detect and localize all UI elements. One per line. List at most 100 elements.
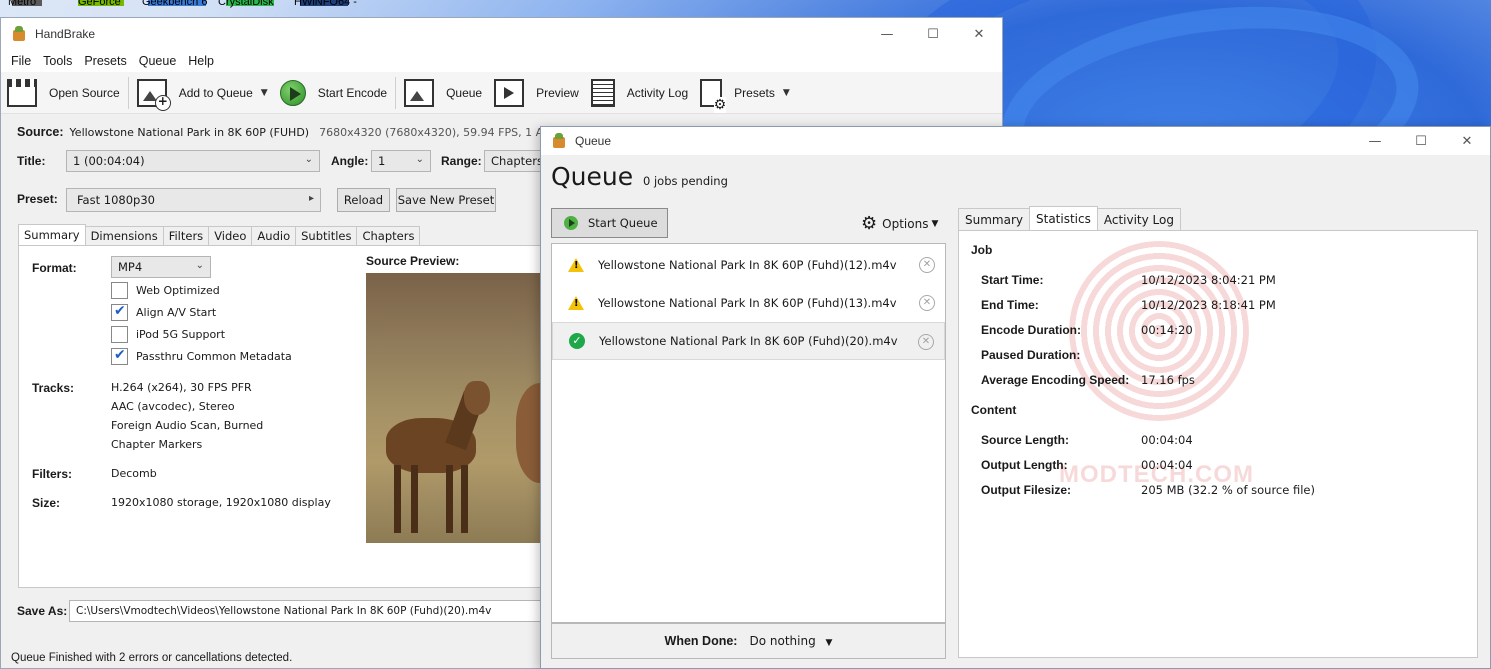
title-label: Title:	[17, 154, 46, 168]
encode-duration-value: 00:14:20	[1141, 323, 1193, 337]
chevron-down-icon[interactable]: ▼	[261, 88, 268, 98]
tab-summary[interactable]: Summary	[958, 208, 1030, 230]
remove-icon[interactable]: ✕	[919, 257, 935, 273]
activity-log-button[interactable]: Activity Log	[585, 75, 694, 111]
queue-button[interactable]: Queue	[398, 75, 488, 111]
format-select[interactable]: MP4 ⌄	[111, 256, 211, 278]
jobs-pending-text: 0 jobs pending	[643, 174, 728, 188]
menu-bar: File Tools Presets Queue Help	[1, 50, 1002, 72]
menu-file[interactable]: File	[5, 54, 37, 68]
tab-audio[interactable]: Audio	[251, 226, 297, 245]
queue-item[interactable]: ✓ Yellowstone National Park In 8K 60P (F…	[552, 322, 945, 360]
queue-item[interactable]: Yellowstone National Park In 8K 60P (Fuh…	[552, 284, 945, 322]
tab-activity-log[interactable]: Activity Log	[1096, 208, 1181, 230]
when-done-label: When Done:	[664, 634, 738, 648]
chevron-right-icon: ▸	[308, 193, 314, 204]
status-text: Queue Finished with 2 errors or cancella…	[11, 652, 293, 664]
queue-heading: Queue	[551, 162, 634, 191]
output-length-value: 00:04:04	[1141, 458, 1193, 472]
start-time-label: Start Time:	[981, 273, 1044, 287]
window-title: HandBrake	[35, 27, 96, 41]
angle-select[interactable]: 1 ⌄	[371, 150, 431, 172]
output-length-label: Output Length:	[981, 458, 1068, 472]
web-optimized-checkbox[interactable]	[111, 282, 128, 299]
toolbar: Open Source Add to Queue ▼ Start Encode …	[1, 72, 1002, 114]
menu-help[interactable]: Help	[182, 54, 220, 68]
menu-presets[interactable]: Presets	[78, 54, 132, 68]
avg-speed-value: 17.16 fps	[1141, 373, 1195, 387]
queue-detail-tabs: Summary Statistics Activity Log	[958, 206, 1181, 230]
tab-filters[interactable]: Filters	[162, 226, 210, 245]
warning-icon	[568, 296, 584, 310]
save-new-preset-button[interactable]: Save New Preset	[396, 188, 496, 212]
close-button[interactable]: ✕	[1444, 127, 1490, 155]
minimize-button[interactable]: —	[864, 18, 910, 50]
menu-queue[interactable]: Queue	[133, 54, 183, 68]
log-icon	[590, 78, 615, 107]
title-bar[interactable]: HandBrake — ☐ ✕	[1, 18, 1002, 50]
queue-title-bar[interactable]: Queue — ☐ ✕	[541, 127, 1490, 155]
tab-summary[interactable]: Summary	[18, 224, 86, 245]
source-label: Source:	[17, 125, 64, 139]
tab-video[interactable]: Video	[208, 226, 253, 245]
range-select[interactable]: Chapters	[484, 150, 544, 172]
chevron-down-icon: ⌄	[415, 154, 424, 165]
chevron-down-icon[interactable]: ▼	[783, 88, 790, 98]
start-encode-button[interactable]: Start Encode	[274, 75, 393, 111]
preview-elk-shape	[461, 465, 468, 533]
menu-tools[interactable]: Tools	[37, 54, 78, 68]
minimize-button[interactable]: —	[1352, 127, 1398, 155]
tab-subtitles[interactable]: Subtitles	[295, 226, 358, 245]
maximize-button[interactable]: ☐	[1398, 127, 1444, 155]
ipod-support-label: iPod 5G Support	[136, 328, 226, 341]
when-done-select[interactable]: Do nothing ▼	[749, 634, 832, 648]
desktop-icon-label[interactable]: GeForce	[78, 0, 121, 8]
end-time-label: End Time:	[981, 298, 1039, 312]
output-filesize-label: Output Filesize:	[981, 483, 1071, 497]
size-label: Size:	[32, 496, 61, 510]
angle-value: 1	[378, 154, 386, 168]
title-select[interactable]: 1 (00:04:04) ⌄	[66, 150, 320, 172]
queue-icon	[404, 78, 435, 107]
maximize-button[interactable]: ☐	[910, 18, 956, 50]
tab-chapters[interactable]: Chapters	[356, 226, 421, 245]
queue-item[interactable]: Yellowstone National Park In 8K 60P (Fuh…	[552, 246, 945, 284]
track-item: AAC (avcodec), Stereo	[111, 400, 235, 413]
tracks-label: Tracks:	[32, 381, 75, 395]
passthru-metadata-checkbox[interactable]	[111, 347, 128, 365]
desktop-icon-label[interactable]: HWiNFO64 -	[294, 0, 357, 8]
preview-button[interactable]: Preview	[488, 75, 585, 111]
gear-icon: ⚙	[861, 213, 878, 234]
queue-list: Yellowstone National Park In 8K 60P (Fuh…	[551, 243, 946, 623]
preset-select[interactable]: Fast 1080p30 ▸	[66, 188, 321, 212]
preview-elk-shape	[394, 465, 401, 533]
desktop-icon-label[interactable]: Metro	[8, 0, 36, 8]
track-item: Foreign Audio Scan, Burned	[111, 419, 264, 432]
format-label: Format:	[32, 261, 77, 275]
start-queue-button[interactable]: Start Queue	[551, 208, 668, 238]
start-encode-label: Start Encode	[317, 85, 388, 100]
toolbar-divider	[127, 76, 129, 109]
play-icon	[279, 79, 306, 106]
presets-button[interactable]: Presets ▼	[694, 75, 796, 113]
presets-label: Presets	[734, 85, 775, 100]
ipod-support-checkbox[interactable]	[111, 326, 128, 343]
align-av-start-label: Align A/V Start	[136, 306, 217, 319]
remove-icon[interactable]: ✕	[919, 295, 935, 311]
desktop-icon-label[interactable]: CrystalDisk	[218, 0, 274, 8]
filters-value: Decomb	[111, 467, 157, 480]
align-av-start-checkbox[interactable]	[111, 303, 128, 321]
open-source-button[interactable]: Open Source	[1, 75, 126, 111]
when-done-bar: When Done: Do nothing ▼	[551, 623, 946, 659]
end-time-value: 10/12/2023 8:18:41 PM	[1141, 298, 1276, 312]
save-as-input[interactable]: C:\Users\Vmodtech\Videos\Yellowstone Nat…	[69, 600, 549, 622]
tab-statistics[interactable]: Statistics	[1029, 206, 1098, 230]
options-dropdown[interactable]: ⚙ Options ▼	[861, 213, 938, 234]
tab-dimensions[interactable]: Dimensions	[84, 226, 164, 245]
add-to-queue-button[interactable]: Add to Queue ▼	[131, 75, 274, 111]
close-button[interactable]: ✕	[956, 18, 1002, 50]
desktop-icon-label[interactable]: Geekbench 6	[142, 0, 207, 8]
reload-button[interactable]: Reload	[337, 188, 390, 212]
film-icon	[494, 78, 525, 107]
remove-icon[interactable]: ✕	[918, 334, 934, 350]
